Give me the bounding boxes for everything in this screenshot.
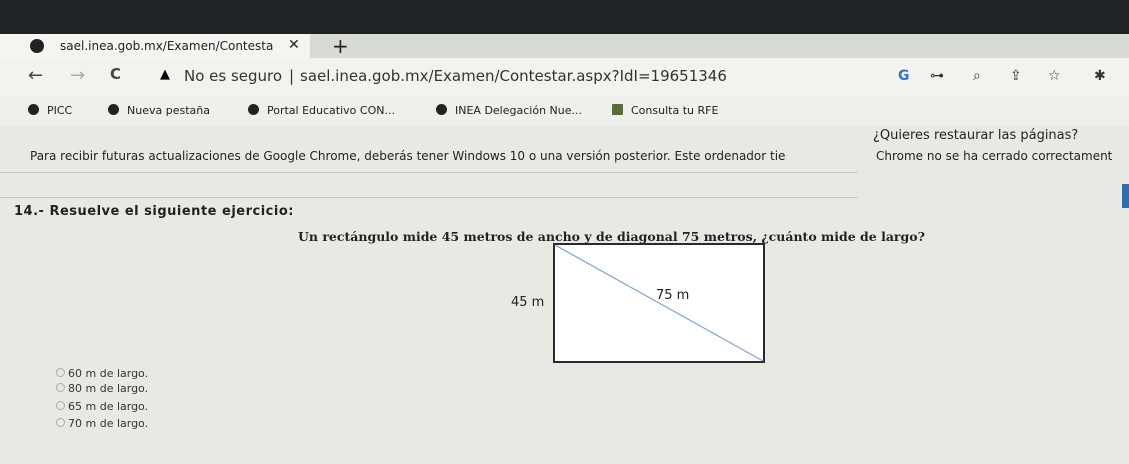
globe-icon xyxy=(248,104,259,115)
radio-button[interactable] xyxy=(56,368,65,377)
window-frame xyxy=(0,0,1129,34)
tab-close-button[interactable]: ✕ xyxy=(288,37,300,53)
back-button[interactable]: ← xyxy=(28,65,43,86)
bookmark-nueva-pestana[interactable]: Nueva pestaña xyxy=(108,104,210,117)
radio-button[interactable] xyxy=(56,418,65,427)
globe-icon xyxy=(108,104,119,115)
new-tab-button[interactable]: + xyxy=(332,34,349,58)
extensions-icon[interactable]: ✱ xyxy=(1094,68,1106,84)
radio-button[interactable] xyxy=(56,383,65,392)
share-icon[interactable]: ⇪ xyxy=(1010,68,1022,84)
browser-toolbar: ← → C ▲ No es seguro | sael.inea.gob.mx/… xyxy=(0,58,1129,96)
omnibox-separator: | xyxy=(289,67,295,85)
forward-button[interactable]: → xyxy=(70,65,85,86)
tab-title: sael.inea.gob.mx/Examen/Contesta xyxy=(60,39,274,53)
globe-icon xyxy=(28,104,39,115)
tab-strip xyxy=(310,34,1129,58)
restore-pages-prompt: ¿Quieres restaurar las páginas? xyxy=(873,128,1079,143)
globe-icon xyxy=(30,39,44,53)
divider xyxy=(0,197,858,198)
windows-support-notice: Para recibir futuras actualizaciones de … xyxy=(30,149,786,163)
person-icon xyxy=(436,104,447,115)
warning-icon[interactable]: ▲ xyxy=(160,67,170,82)
side-panel-tab[interactable] xyxy=(1122,184,1129,208)
bookmark-picc[interactable]: PICC xyxy=(28,104,72,117)
browser-tab[interactable]: sael.inea.gob.mx/Examen/Contesta ✕ xyxy=(0,34,310,58)
divider xyxy=(0,172,858,173)
bookmark-portal-educativo[interactable]: Portal Educativo CON... xyxy=(248,104,395,117)
option-4[interactable]: 70 m de largo. xyxy=(56,417,148,430)
option-2[interactable]: 80 m de largo. xyxy=(56,382,148,395)
option-1[interactable]: 60 m de largo. xyxy=(56,367,148,380)
address-bar[interactable]: sael.inea.gob.mx/Examen/Contestar.aspx?I… xyxy=(300,67,727,85)
reload-button[interactable]: C xyxy=(110,65,121,83)
zoom-icon[interactable]: ⌕ xyxy=(973,68,981,84)
option-3[interactable]: 65 m de largo. xyxy=(56,400,148,413)
google-icon[interactable]: G xyxy=(898,68,910,84)
bookmark-consulta-rfe[interactable]: Consulta tu RFE xyxy=(612,104,718,117)
key-icon[interactable]: ⊶ xyxy=(930,68,944,84)
star-icon[interactable]: ☆ xyxy=(1048,68,1061,84)
width-label: 45 m xyxy=(511,295,545,310)
security-status[interactable]: No es seguro xyxy=(184,67,282,85)
question-text: Un rectángulo mide 45 metros de ancho y … xyxy=(298,229,925,244)
diagonal-label: 75 m xyxy=(656,288,690,303)
crash-notice: Chrome no se ha cerrado correctament xyxy=(876,149,1113,163)
radio-button[interactable] xyxy=(56,401,65,410)
bookmark-inea-delegacion[interactable]: INEA Delegación Nue... xyxy=(436,104,582,117)
bookmarks-bar: PICC Nueva pestaña Portal Educativo CON.… xyxy=(0,96,1129,126)
question-title: 14.- Resuelve el siguiente ejercicio: xyxy=(14,204,294,219)
image-icon xyxy=(612,104,623,115)
rectangle-diagram xyxy=(553,243,765,363)
